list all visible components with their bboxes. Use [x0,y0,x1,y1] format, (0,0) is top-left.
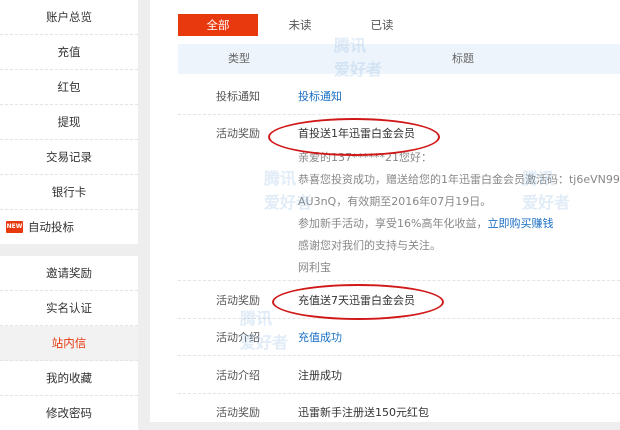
sidebar-item-auto-bid[interactable]: NEW 自动投标 [0,210,138,244]
message-title[interactable]: 首投送1年迅雷白金会员 [298,125,415,141]
new-badge: NEW [6,221,23,233]
sidebar-item-favorites[interactable]: 我的收藏 [0,361,138,396]
sidebar-item-red-packet[interactable]: 红包 [0,70,138,105]
row-divider [178,393,620,394]
message-type: 投标通知 [216,90,260,103]
sidebar-item-withdraw[interactable]: 提现 [0,105,138,140]
row-divider [178,318,620,319]
promo-text: 参加新手活动，享受16%高年化收益， [298,217,488,230]
sidebar-item-account-overview[interactable]: 账户总览 [0,0,138,35]
column-header-title: 标题 [452,52,474,65]
message-type: 活动介绍 [216,369,260,382]
sidebar-item-change-password[interactable]: 修改密码 [0,396,138,430]
message-type: 活动奖励 [216,294,260,307]
sidebar-item-invite-reward[interactable]: 邀请奖励 [0,256,138,291]
message-title[interactable]: 充值送7天迅雷白金会员 [298,292,415,308]
message-type: 活动介绍 [216,331,260,344]
sidebar-item-real-name[interactable]: 实名认证 [0,291,138,326]
row-divider [178,280,620,281]
column-header-type: 类型 [228,52,250,65]
message-body-line: 感谢您对我们的支持与关注。 [298,239,441,252]
message-title-link[interactable]: 投标通知 [298,88,342,104]
tab-read[interactable]: 已读 [342,14,422,36]
row-divider [178,114,620,115]
sidebar-group-account: 账户总览 充值 红包 提现 交易记录 银行卡 NEW 自动投标 [0,0,138,244]
message-body-line: AU3nQ，有效期至2016年07月19日。 [298,195,492,208]
message-panel: 全部 未读 已读 类型 标题 投标通知 投标通知 活动奖励 首投送1年迅雷白金会… [150,0,620,422]
buy-now-link[interactable]: 立即购买赚钱 [487,217,553,230]
message-body-line: 参加新手活动，享受16%高年化收益，立即购买赚钱 [298,215,553,231]
message-title[interactable]: 注册成功 [298,367,342,383]
tab-unread[interactable]: 未读 [260,14,340,36]
message-greeting: 亲爱的137******21您好： [298,151,432,164]
row-divider [178,355,620,356]
message-signature: 网利宝 [298,261,331,274]
message-title-link[interactable]: 充值成功 [298,329,342,345]
message-type: 活动奖励 [216,127,260,140]
sidebar-group-settings: 邀请奖励 实名认证 站内信 我的收藏 修改密码 [0,256,138,430]
sidebar-item-transactions[interactable]: 交易记录 [0,140,138,175]
sidebar-item-bank-card[interactable]: 银行卡 [0,175,138,210]
sidebar-item-recharge[interactable]: 充值 [0,35,138,70]
sidebar: 账户总览 充值 红包 提现 交易记录 银行卡 NEW 自动投标 邀请奖励 实名认… [0,0,138,430]
sidebar-item-messages[interactable]: 站内信 [0,326,138,361]
message-type: 活动奖励 [216,406,260,419]
table-header: 类型 标题 [178,44,620,74]
message-body-line: 恭喜您投资成功，赠送给您的1年迅雷白金会员激活码：tj6eVN99vG [298,173,620,186]
sidebar-item-label: 自动投标 [28,220,74,234]
tab-all[interactable]: 全部 [178,14,258,36]
message-title[interactable]: 迅雷新手注册送150元红包 [298,404,429,420]
